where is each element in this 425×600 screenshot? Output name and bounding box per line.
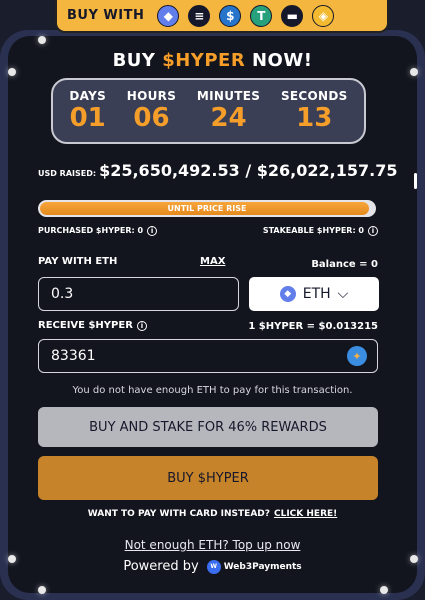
bnb-icon[interactable]: ◈ [312, 4, 335, 27]
countdown-minutes-label: MINUTES [196, 89, 261, 103]
page-title: BUY $HYPER NOW! [0, 50, 425, 71]
countdown-hours-label: HOURS [126, 89, 177, 103]
usdc-icon[interactable]: $ [219, 4, 242, 27]
info-icon[interactable]: i [136, 321, 147, 331]
title-suffix: NOW! [245, 50, 313, 71]
buy-with-bar: BUY WITH ◆ ≡ $ T ▬ ◈ [55, 0, 389, 33]
holdings-row: PURCHASED $HYPER: 0i STAKEABLE $HYPER: 0… [38, 226, 378, 236]
currency-select[interactable]: ◆ ETH ⌵ [249, 277, 379, 311]
receive-amount-input[interactable]: 83361 [38, 339, 378, 373]
rivet-decoration [38, 586, 46, 594]
eth-icon: ◆ [279, 286, 296, 302]
progress-label: UNTIL PRICE RISE [167, 204, 247, 213]
web3payments-brand: Web3Payments [223, 561, 302, 572]
hyper-token-icon: ✦ [347, 346, 367, 366]
chevron-down-icon: ⌵ [337, 286, 349, 302]
card-icon[interactable]: ▬ [281, 4, 304, 27]
buy-with-label: BUY WITH [67, 8, 145, 23]
stakeable-info: STAKEABLE $HYPER: 0 i [263, 226, 378, 236]
powered-by-text: Powered by [123, 559, 199, 574]
info-icon[interactable]: i [147, 226, 158, 236]
eth-icon[interactable]: ◆ [157, 4, 180, 27]
currency-label: ETH [302, 286, 331, 302]
solana-icon[interactable]: ≡ [188, 4, 211, 27]
progress-bar: UNTIL PRICE RISE [38, 200, 376, 217]
usd-raised-label: USD RAISED: [38, 169, 97, 178]
balance-text: Balance = 0 [311, 259, 378, 270]
pay-with-card-link[interactable]: CLICK HERE! [274, 509, 337, 519]
countdown-days-value: 01 [69, 103, 106, 133]
web3payments-icon: W [206, 559, 221, 574]
usd-raised-value: $25,650,492.53 / $26,022,157.75 [99, 161, 398, 180]
insufficient-funds-warning: You do not have enough ETH to pay for th… [72, 385, 353, 396]
pay-with-card-text: WANT TO PAY WITH CARD INSTEAD? [87, 509, 270, 519]
purchased-info: PURCHASED $HYPER: 0i [38, 226, 158, 236]
countdown-minutes-value: 24 [210, 103, 247, 133]
title-prefix: BUY [112, 50, 163, 71]
top-up-link[interactable]: Not enough ETH? Top up now [0, 538, 425, 552]
max-button[interactable]: MAX [200, 256, 225, 267]
scroll-marker [414, 173, 417, 189]
rivet-decoration [380, 586, 388, 594]
countdown-seconds: SECONDS 13 [281, 89, 348, 133]
countdown-timer: DAYS 01 HOURS 06 MINUTES 24 SECONDS 13 [51, 78, 366, 144]
receive-label-text: RECEIVE $HYPER [38, 320, 133, 331]
countdown-days-label: DAYS [69, 89, 107, 103]
info-icon[interactable]: i [368, 226, 378, 236]
usd-raised: USD RAISED: $25,650,492.53 / $26,022,157.… [38, 161, 397, 180]
token-rate: 1 $HYPER = $0.013215 [248, 321, 378, 332]
buy-and-stake-button[interactable]: BUY AND STAKE FOR 46% REWARDS [38, 407, 378, 447]
web3payments-logo[interactable]: W Web3Payments [206, 559, 302, 574]
title-token: $HYPER [162, 50, 246, 71]
tether-icon[interactable]: T [250, 4, 273, 27]
stakeable-text: STAKEABLE $HYPER: 0 [262, 226, 364, 235]
powered-by: Powered by W Web3Payments [0, 559, 425, 574]
pay-amount-input[interactable]: 0.3 [38, 277, 239, 311]
pay-with-card-line: WANT TO PAY WITH CARD INSTEAD? CLICK HERE… [0, 509, 425, 519]
countdown-seconds-label: SECONDS [280, 89, 348, 103]
countdown-hours-value: 06 [133, 103, 170, 133]
countdown-days: DAYS 01 [69, 89, 106, 133]
receive-label: RECEIVE $HYPER i [38, 320, 147, 331]
pay-label: PAY WITH ETH [38, 256, 118, 267]
countdown-seconds-value: 13 [296, 103, 333, 133]
buy-button[interactable]: BUY $HYPER [38, 456, 378, 500]
rivet-decoration [38, 36, 46, 44]
countdown-minutes: MINUTES 24 [197, 89, 260, 133]
countdown-hours: HOURS 06 [127, 89, 176, 133]
purchased-text: PURCHASED $HYPER: 0 [38, 226, 144, 235]
